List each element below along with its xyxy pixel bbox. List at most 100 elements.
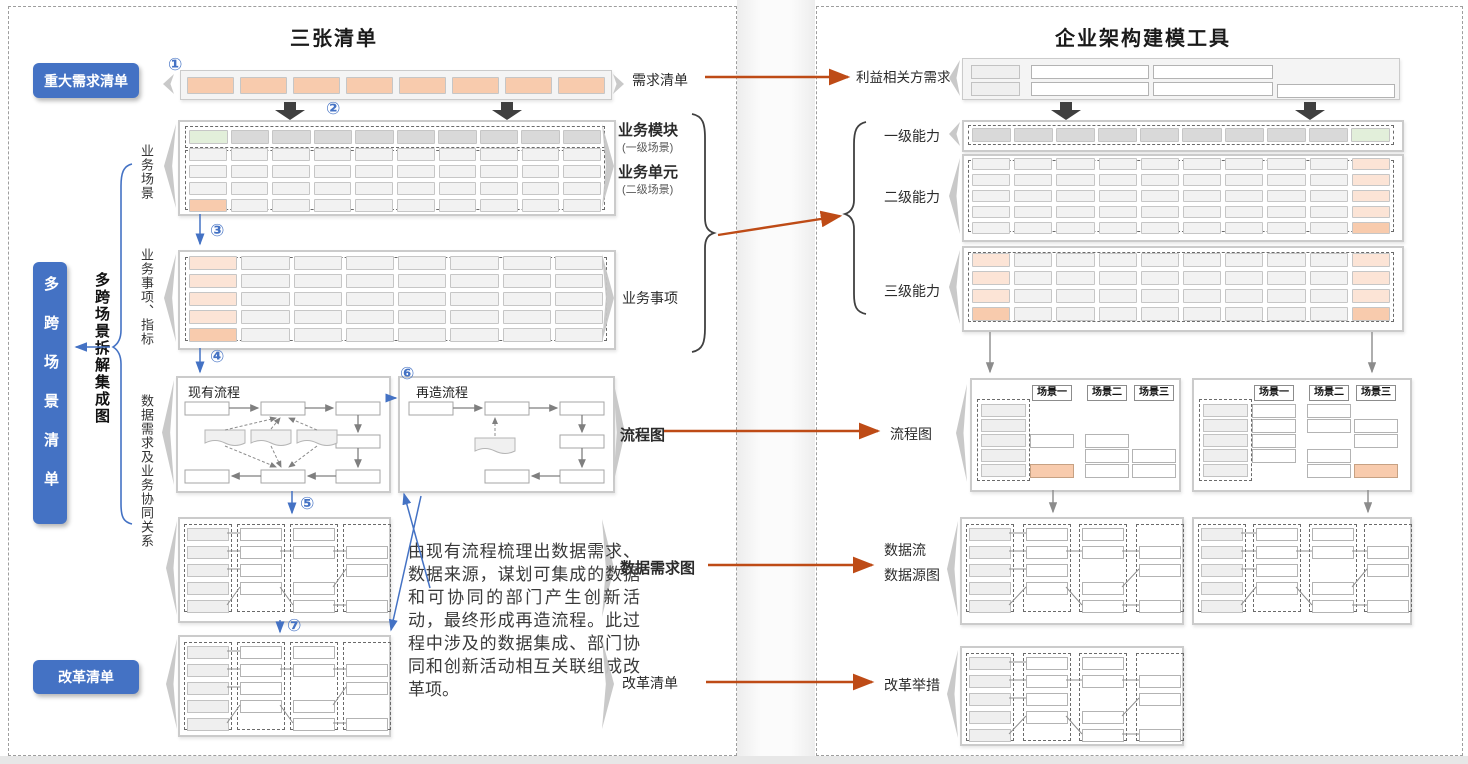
lane-cell	[981, 404, 1026, 417]
grid-cell	[450, 256, 498, 270]
scenario-task-box	[1085, 464, 1129, 478]
grid-cell	[294, 310, 342, 324]
grid-cell	[972, 222, 1010, 234]
lane-cell	[1203, 419, 1248, 432]
dataflow-box	[187, 718, 229, 731]
dataflow-box	[346, 546, 388, 559]
grid-cell	[1014, 158, 1052, 170]
cap1-cells	[972, 128, 1390, 142]
scenario-task-box	[1132, 449, 1176, 463]
grid-cell	[1141, 307, 1179, 321]
grid-cell	[346, 77, 393, 94]
grid-cell	[231, 130, 270, 144]
grid-cell	[1310, 253, 1348, 267]
label-dataflow-line1: 数据流	[884, 540, 926, 560]
badge-reform-list: 改革清单	[33, 660, 139, 694]
grid-cell	[1267, 128, 1306, 142]
dataflow-box	[969, 528, 1011, 541]
dataflow-block-left	[960, 517, 1184, 625]
label-flow-diagram-left: 流程图	[620, 424, 665, 445]
step-5: ⑤	[300, 495, 314, 512]
module-cells	[189, 130, 601, 144]
grid-cell	[241, 256, 289, 270]
grid-cell	[1141, 174, 1179, 186]
grid-cell	[1267, 289, 1305, 303]
grid-cell	[1225, 222, 1263, 234]
step-7: ⑦	[287, 617, 301, 634]
scenario-flow-block-b: 场景一场景二场景三	[1192, 378, 1412, 492]
grid-cell	[450, 310, 498, 324]
grid-cell	[1183, 222, 1221, 234]
grid-cell	[187, 77, 234, 94]
grid-cell	[563, 148, 601, 161]
grid-cell	[1267, 174, 1305, 186]
grid-cell	[563, 182, 601, 195]
grid-cell	[1182, 128, 1221, 142]
dataflow-box	[1139, 564, 1181, 577]
cap2-frame	[968, 160, 1394, 232]
dataflow-box	[969, 693, 1011, 706]
grid-cell	[1267, 253, 1305, 267]
grid-cell	[1352, 206, 1390, 218]
grid-cell	[1225, 158, 1263, 170]
grid-cell	[189, 165, 227, 178]
grid-cell	[439, 199, 477, 212]
grid-cell	[241, 310, 289, 324]
process-description-text: 由现有流程梳理出数据需求、数据来源，谋划可集成的数据和可协同的部门产生创新活动，…	[408, 540, 640, 701]
grid-cell	[355, 199, 393, 212]
grid-cell	[241, 292, 289, 306]
grid-cell	[1267, 222, 1305, 234]
grid-cell	[346, 328, 394, 342]
grid-cell	[1309, 128, 1348, 142]
dataflow-box	[240, 682, 282, 695]
grid-cell	[1183, 158, 1221, 170]
dataflow-box	[1312, 582, 1354, 595]
grid-cell	[346, 256, 394, 270]
side-label-business-scene: 业务场景	[138, 144, 154, 200]
dataflow-box	[1082, 546, 1124, 559]
lane-cell	[1203, 434, 1248, 447]
badge-major-demand-list: 重大需求清单	[33, 63, 139, 98]
existing-process-block: 现有流程	[176, 376, 391, 493]
grid-cell	[1141, 289, 1179, 303]
grid-cell	[1267, 206, 1305, 218]
grid-cell	[1056, 253, 1094, 267]
grid-cell	[189, 130, 228, 144]
scenario-highlight-box	[1354, 464, 1398, 478]
step-3: ③	[210, 222, 224, 239]
dataflow-box	[1201, 564, 1243, 577]
grid-cell	[439, 165, 477, 178]
dataflow-box	[1201, 528, 1243, 541]
dataflow-box	[969, 564, 1011, 577]
dataflow-box	[240, 700, 282, 713]
grid-cell	[555, 328, 603, 342]
dataflow-box	[240, 664, 282, 677]
grid-cell	[1014, 206, 1052, 218]
grid-cell	[1141, 158, 1179, 170]
grid-cell	[522, 165, 560, 178]
grid-cell	[1225, 128, 1264, 142]
scenario-task-box	[1307, 464, 1351, 478]
dataflow-box	[187, 546, 229, 559]
grid-cell	[314, 165, 352, 178]
grid-cell	[231, 182, 269, 195]
label-capability-3: 三级能力	[884, 281, 940, 301]
grid-cell	[1225, 174, 1263, 186]
dataflow-box	[240, 646, 282, 659]
dataflow-box	[1312, 528, 1354, 541]
grid-cell	[355, 148, 393, 161]
dataflow-box	[1201, 600, 1243, 613]
label-module-sub: (一级场景)	[622, 139, 673, 155]
grid-cell	[314, 199, 352, 212]
dataflow-box	[969, 675, 1011, 688]
scenario-task-box	[1085, 449, 1129, 463]
grid-cell	[1014, 289, 1052, 303]
cap1-frame	[968, 125, 1394, 145]
grid-cell	[294, 292, 342, 306]
grid-cell	[1310, 271, 1348, 285]
grid-cell	[1014, 222, 1052, 234]
stakeholder-block	[962, 58, 1400, 100]
dataflow-box	[1367, 564, 1409, 577]
grid-cell	[294, 274, 342, 288]
grid-cell	[972, 206, 1010, 218]
